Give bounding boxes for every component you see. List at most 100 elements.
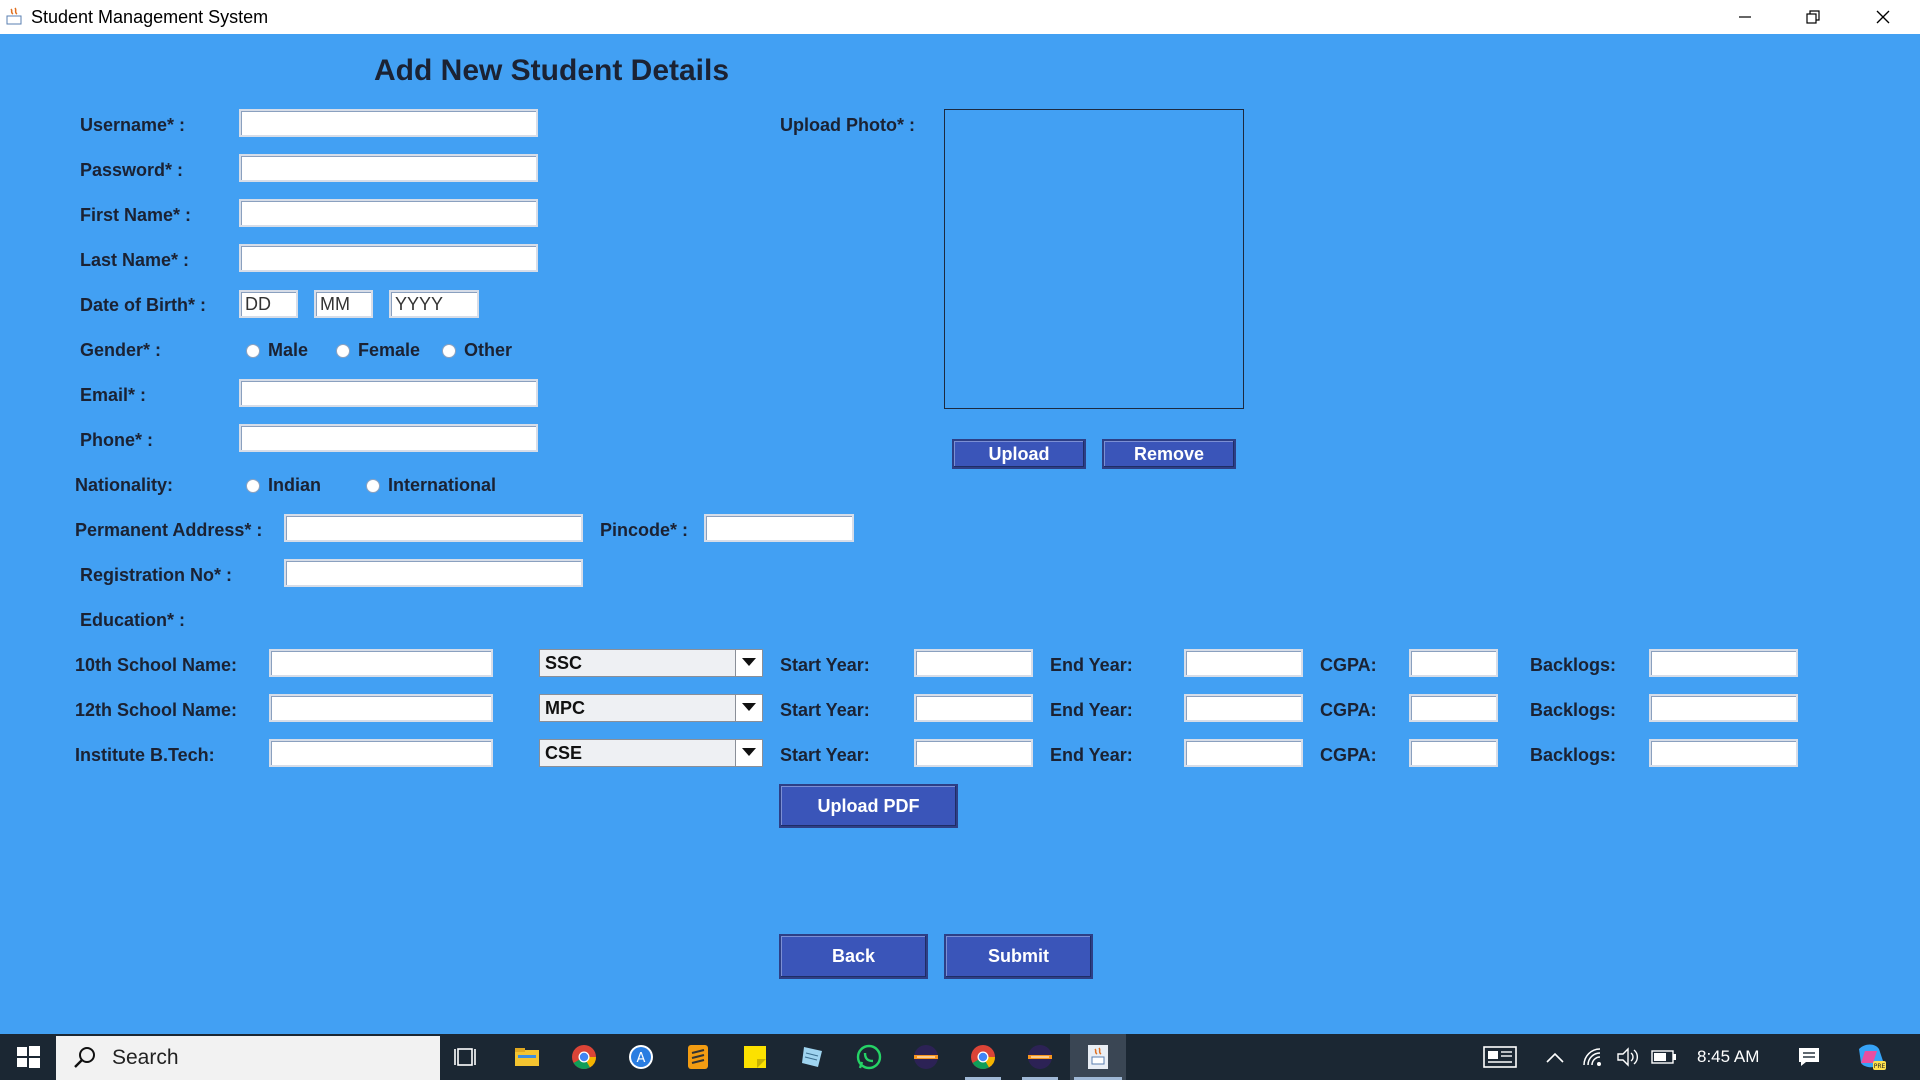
upload-pdf-button[interactable]: Upload PDF [779,784,958,828]
notepad-icon[interactable] [788,1034,836,1080]
tenth-backlogs-input[interactable] [1649,649,1798,677]
upload-photo-button[interactable]: Upload [952,439,1086,469]
twelfth-school-input[interactable] [269,694,493,722]
chevron-down-icon[interactable] [735,740,762,766]
radio-label: Other [464,340,513,360]
nationality-label: Nationality: [75,475,174,495]
last-name-input[interactable] [239,244,538,272]
pincode-label: Pincode* : [600,520,689,540]
svg-text:PRE: PRE [1874,1063,1886,1070]
remove-photo-button[interactable]: Remove [1102,439,1236,469]
twelfth-stream-combo[interactable]: MPC [539,694,763,722]
end-year-label: End Year: [1050,745,1133,765]
twelfth-backlogs-input[interactable] [1649,694,1798,722]
address-label: Permanent Address* : [75,520,263,540]
pincode-input[interactable] [704,514,854,542]
address-input[interactable] [284,514,583,542]
first-name-input[interactable] [239,199,538,227]
combo-value: SSC [545,652,583,673]
gender-other-radio[interactable]: Other [442,340,512,361]
btech-end-year-input[interactable] [1184,739,1303,767]
news-widget-icon[interactable] [1476,1034,1524,1080]
gender-label: Gender* : [80,340,162,360]
photo-preview [944,109,1244,409]
dob-day-input[interactable] [239,290,298,318]
btech-institute-label: Institute B.Tech: [75,745,215,765]
whatsapp-icon[interactable] [845,1034,893,1080]
tenth-school-label: 10th School Name: [75,655,238,675]
task-view-icon[interactable] [443,1034,491,1080]
registration-input[interactable] [284,559,583,587]
restore-button[interactable] [1778,0,1848,34]
twelfth-end-year-input[interactable] [1184,694,1303,722]
minimize-icon [1739,16,1751,18]
education-label: Education* : [80,610,186,630]
cgpa-label: CGPA: [1320,745,1377,765]
java-app-icon [6,7,22,25]
tenth-cgpa-input[interactable] [1409,649,1498,677]
radio-button-icon [246,343,260,358]
copilot-icon[interactable]: PRE [1846,1034,1896,1080]
btech-cgpa-input[interactable] [1409,739,1498,767]
end-year-label: End Year: [1050,655,1133,675]
dob-label: Date of Birth* : [80,295,206,315]
tenth-school-input[interactable] [269,649,493,677]
cgpa-label: CGPA: [1320,700,1377,720]
back-button[interactable]: Back [779,934,928,979]
phone-input[interactable] [239,424,538,452]
backlogs-label: Backlogs: [1530,655,1617,675]
notification-center-icon[interactable] [1784,1034,1834,1080]
battery-icon[interactable] [1641,1034,1687,1080]
sublime-text-icon[interactable] [674,1034,722,1080]
clock-time[interactable]: 8:45 AM [1697,1047,1759,1067]
gender-female-radio[interactable]: Female [336,340,420,361]
minimize-button[interactable] [1710,0,1780,34]
java-app-taskbar-icon[interactable] [1070,1034,1126,1080]
search-placeholder: Search [112,1046,179,1069]
submit-button[interactable]: Submit [944,934,1093,979]
sticky-notes-icon[interactable] [731,1034,779,1080]
app-store-icon[interactable]: A [617,1034,665,1080]
chevron-down-icon[interactable] [735,650,762,676]
nationality-international-radio[interactable]: International [366,475,496,496]
end-year-label: End Year: [1050,700,1133,720]
radio-label: Indian [268,475,321,495]
radio-label: Female [358,340,421,360]
window-title-bar: Student Management System [0,0,1920,34]
gender-male-radio[interactable]: Male [246,340,308,361]
radio-button-icon [336,343,350,358]
password-label: Password* : [80,160,184,180]
radio-label: Male [268,340,309,360]
eclipse-icon[interactable] [902,1034,950,1080]
email-input[interactable] [239,379,538,407]
tenth-start-year-input[interactable] [914,649,1033,677]
eclipse-2-icon[interactable] [1016,1034,1064,1080]
start-year-label: Start Year: [780,655,870,675]
btech-branch-combo[interactable]: CSE [539,739,763,767]
nationality-indian-radio[interactable]: Indian [246,475,321,496]
username-input[interactable] [239,109,538,137]
start-button[interactable] [4,1034,52,1080]
btech-backlogs-input[interactable] [1649,739,1798,767]
registration-label: Registration No* : [80,565,233,585]
taskbar-search[interactable]: Search [56,1036,440,1080]
dob-year-input[interactable] [389,290,479,318]
close-icon [1876,10,1890,24]
first-name-label: First Name* : [80,205,192,225]
windows-logo-icon [17,1046,40,1068]
dob-month-input[interactable] [314,290,373,318]
backlogs-label: Backlogs: [1530,700,1617,720]
btech-start-year-input[interactable] [914,739,1033,767]
twelfth-cgpa-input[interactable] [1409,694,1498,722]
chrome-icon[interactable] [560,1034,608,1080]
tenth-end-year-input[interactable] [1184,649,1303,677]
twelfth-start-year-input[interactable] [914,694,1033,722]
btech-institute-input[interactable] [269,739,493,767]
tenth-board-combo[interactable]: SSC [539,649,763,677]
close-button[interactable] [1848,0,1918,34]
backlogs-label: Backlogs: [1530,745,1617,765]
password-input[interactable] [239,154,538,182]
file-explorer-icon[interactable] [503,1034,551,1080]
chrome-profile-icon[interactable] [959,1034,1007,1080]
chevron-down-icon[interactable] [735,695,762,721]
